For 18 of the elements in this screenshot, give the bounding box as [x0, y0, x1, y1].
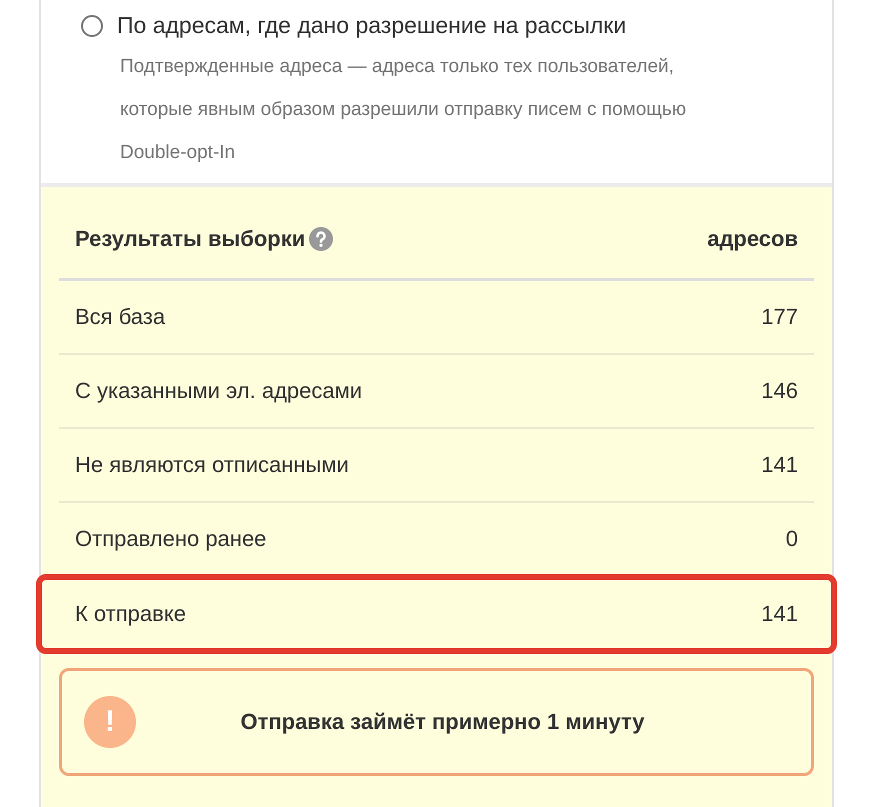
row-label: С указанными эл. адресами	[75, 378, 362, 404]
row-label: К отправке	[75, 601, 186, 627]
warning-icon: !	[84, 696, 136, 748]
row-value: 146	[761, 378, 798, 404]
row-label: Вся база	[75, 304, 166, 330]
option-description: Подтвержденные адреса — адреса только тех пользователей, которые явным образом разрешили отправку писем с помощью Double-opt-In	[120, 55, 688, 165]
row-value: 141	[761, 452, 798, 478]
row-label: Не являются отписанными	[75, 452, 349, 478]
row-value: 177	[761, 304, 798, 330]
results-title: Результаты выборки	[75, 226, 306, 252]
help-icon[interactable]	[309, 226, 334, 250]
row-value: 0	[786, 526, 798, 552]
row-value: 141	[761, 601, 798, 627]
notice-text: Отправка займёт примерно 1 минуту	[239, 709, 646, 735]
option-label: По адресам, где дано разрешение на рассылки	[117, 12, 626, 39]
column-header: адресов	[707, 226, 798, 252]
row-label: Отправлено ранее	[75, 526, 266, 552]
radio-button[interactable]	[81, 14, 103, 36]
